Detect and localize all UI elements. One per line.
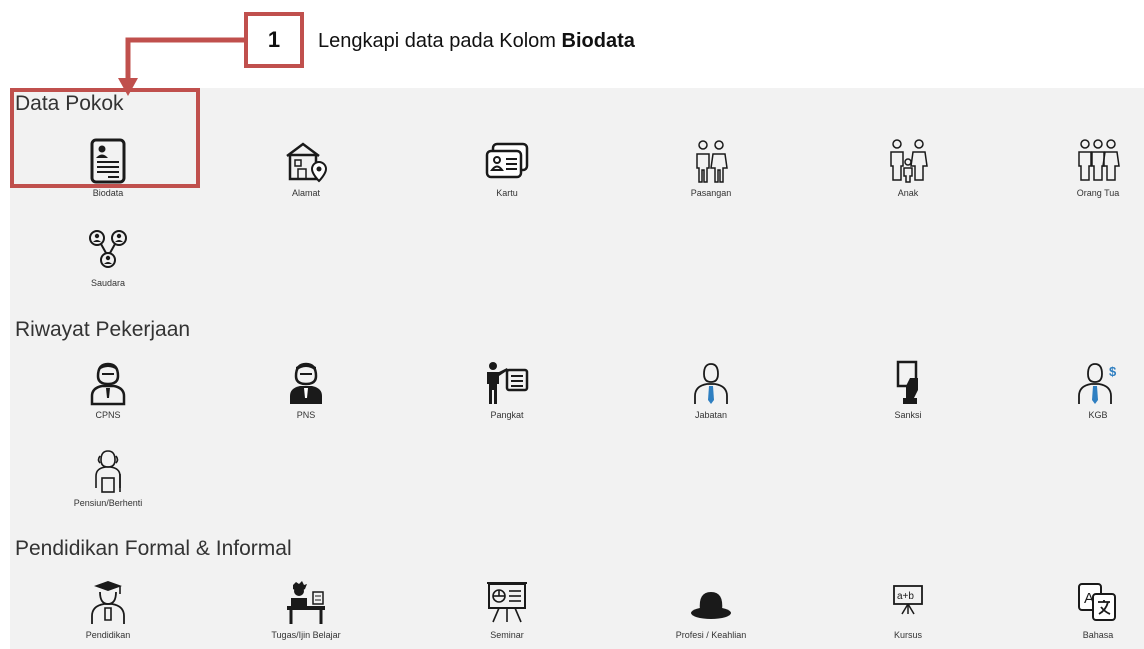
couple-icon: [696, 140, 728, 183]
menu-item-cpns[interactable]: CPNS: [53, 360, 163, 420]
menu-item-label: Orang Tua: [1076, 188, 1120, 198]
menu-item-kgb[interactable]: $ KGB: [1052, 360, 1144, 420]
menu-item-sanksi[interactable]: Sanksi: [853, 360, 963, 420]
menu-item-bahasa[interactable]: A Bahasa: [1052, 580, 1144, 640]
menu-item-pensiun[interactable]: Pensiun/Berhenti: [53, 448, 163, 508]
employee-solid-icon: [290, 362, 322, 404]
student-desk-icon: [287, 581, 325, 624]
menu-item-label: Jabatan: [694, 410, 728, 420]
menu-item-pendidikan[interactable]: Pendidikan: [53, 580, 163, 640]
menu-item-orang-tua[interactable]: Orang Tua: [1052, 138, 1144, 198]
menu-item-pns[interactable]: PNS: [251, 360, 361, 420]
menu-item-label: PNS: [296, 410, 316, 420]
family-children-icon: [890, 139, 928, 183]
svg-text:$: $: [1109, 364, 1117, 379]
section-title-riwayat-pekerjaan: Riwayat Pekerjaan: [15, 318, 191, 341]
menu-item-pasangan[interactable]: Pasangan: [656, 138, 766, 198]
callout-text: Lengkapi data pada Kolom Biodata: [318, 30, 635, 53]
callout-text-prefix: Lengkapi data pada Kolom: [318, 30, 562, 52]
parents-elderly-icon: [1078, 139, 1120, 181]
menu-item-label: KGB: [1088, 410, 1108, 420]
menu-item-label: Pensiun/Berhenti: [73, 498, 143, 508]
menu-item-label: Kartu: [496, 188, 518, 198]
menu-item-pangkat[interactable]: Pangkat: [452, 360, 562, 420]
callout-text-bold: Biodata: [561, 30, 635, 52]
salary-increase-icon: $: [1078, 363, 1117, 404]
person-tie-icon: [694, 363, 728, 404]
menu-item-label: Tugas/Ijin Belajar: [271, 630, 341, 640]
menu-item-seminar[interactable]: Seminar: [452, 580, 562, 640]
menu-item-profesi[interactable]: Profesi / Keahlian: [656, 580, 766, 640]
callout-number-box: 1: [244, 12, 304, 68]
menu-item-label: Anak: [897, 188, 919, 198]
menu-item-label: Sanksi: [894, 410, 922, 420]
menu-item-label: Profesi / Keahlian: [675, 630, 747, 640]
hand-card-icon: [896, 360, 918, 404]
svg-text:a+b: a+b: [897, 591, 914, 602]
menu-item-anak[interactable]: Anak: [853, 138, 963, 198]
employee-outline-icon: [90, 362, 126, 406]
menu-item-kartu[interactable]: Kartu: [452, 138, 562, 198]
menu-item-jabatan[interactable]: Jabatan: [656, 360, 766, 420]
menu-item-label: CPNS: [95, 410, 121, 420]
menu-item-label: Pasangan: [690, 188, 732, 198]
menu-item-label: Kursus: [893, 630, 922, 640]
menu-item-label: Bahasa: [1082, 630, 1114, 640]
presentation-board-icon: [487, 582, 527, 623]
menu-item-saudara[interactable]: Saudara: [53, 228, 163, 288]
siblings-network-icon: [89, 230, 127, 268]
elderly-person-icon: [95, 450, 121, 493]
menu-item-label: Biodata: [92, 188, 124, 198]
callout-number: 1: [267, 27, 281, 52]
menu-item-label: Seminar: [490, 630, 524, 640]
house-location-icon: [286, 142, 328, 183]
math-board-icon: a+b: [893, 585, 923, 615]
graduate-icon: [91, 581, 125, 624]
presenter-board-icon: [487, 362, 529, 404]
menu-item-label: Saudara: [90, 278, 126, 288]
menu-item-alamat[interactable]: Alamat: [251, 138, 361, 198]
menu-item-label: Pendidikan: [85, 630, 131, 640]
biodata-highlight-frame: [10, 88, 200, 188]
cards-icon: [485, 142, 529, 179]
section-title-pendidikan: Pendidikan Formal & Informal: [15, 537, 292, 560]
menu-item-label: Pangkat: [490, 410, 524, 420]
menu-item-kursus[interactable]: a+b Kursus: [853, 580, 963, 640]
hat-icon: [691, 592, 731, 619]
translate-icon: A: [1078, 583, 1116, 621]
menu-item-label: Alamat: [291, 188, 320, 198]
menu-item-tugas-belajar[interactable]: Tugas/Ijin Belajar: [251, 580, 361, 640]
